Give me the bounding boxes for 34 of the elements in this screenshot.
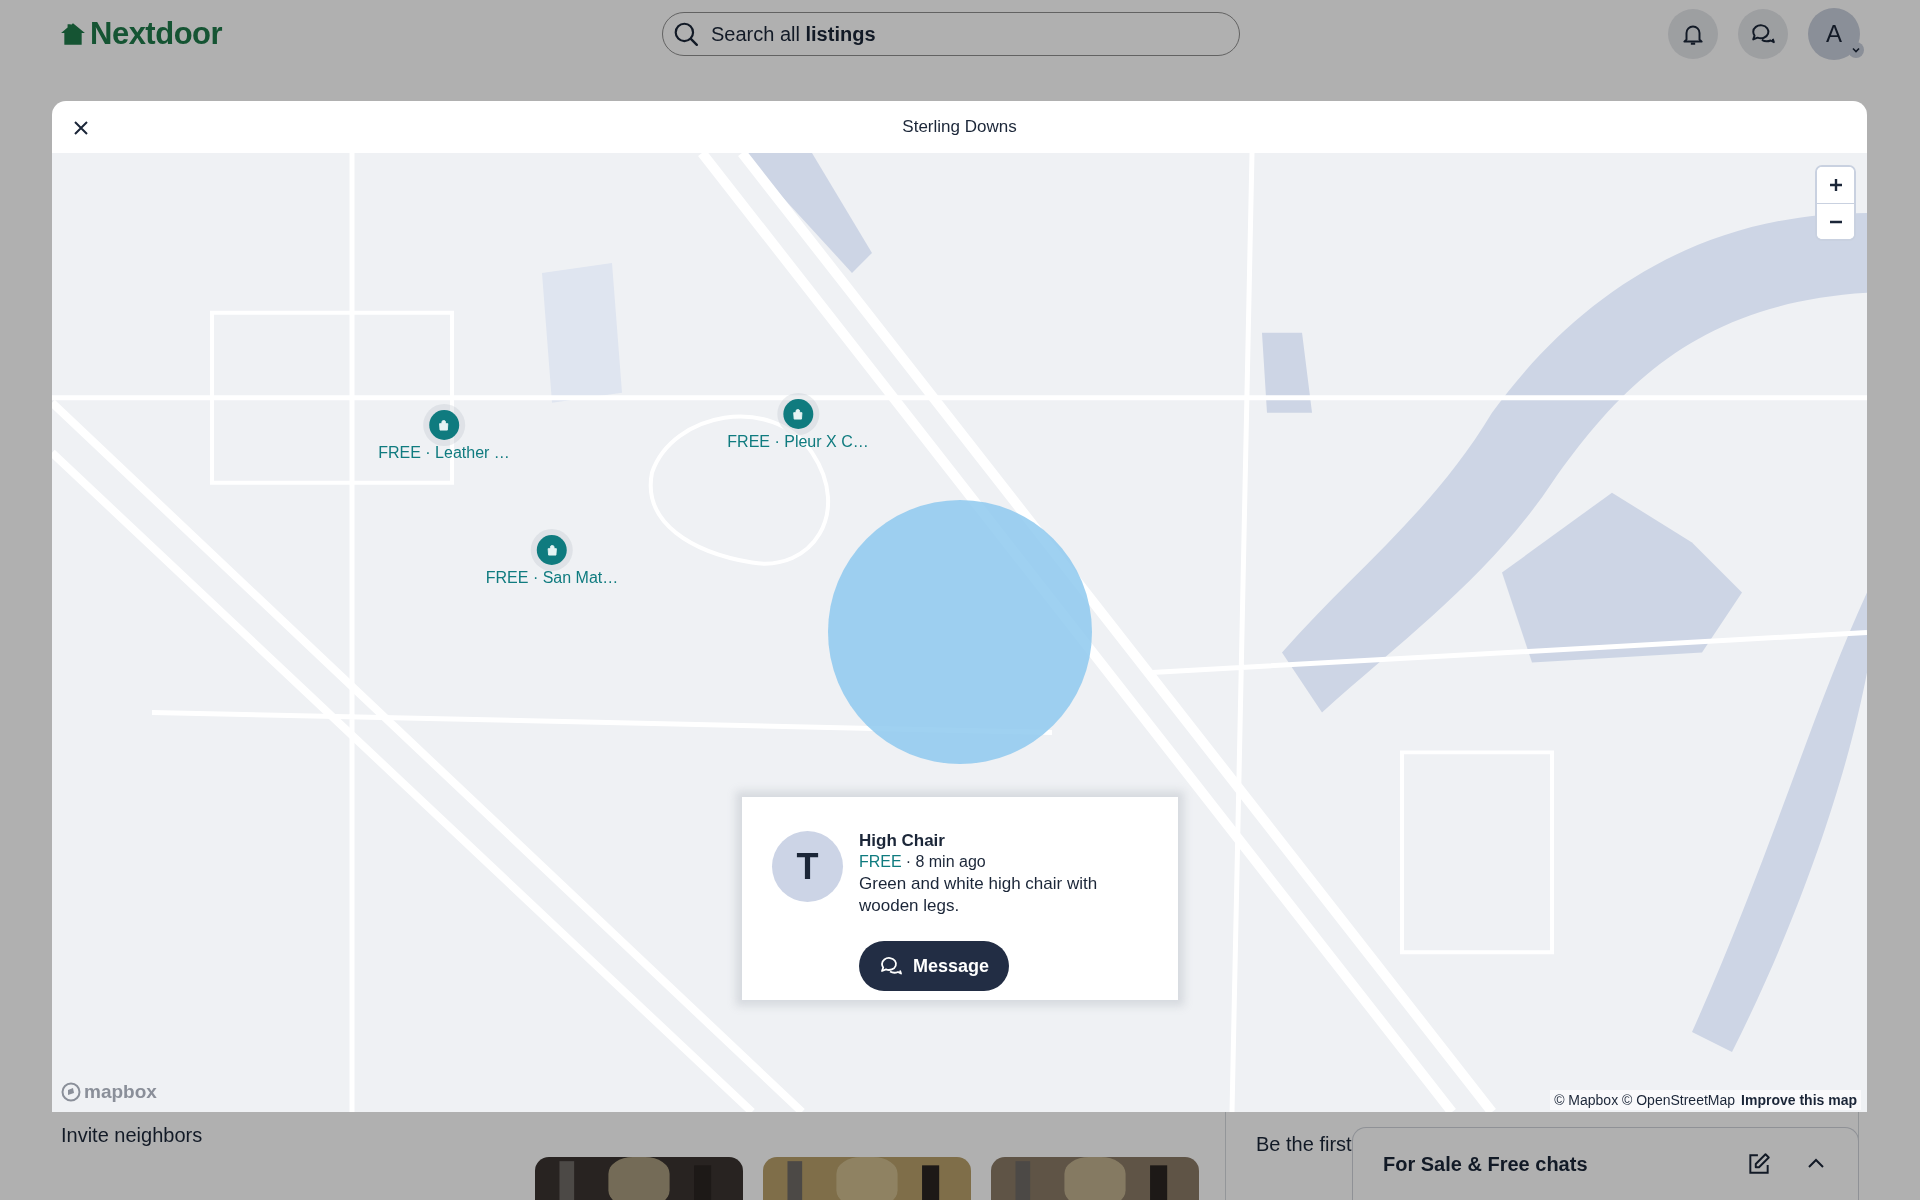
seller-avatar: T — [772, 831, 843, 902]
caret-icon — [1848, 42, 1864, 58]
listing-card[interactable]: T High Chair FREE · 8 min ago Green and white high chair with wooden legs. Message — [742, 797, 1178, 1000]
compose-icon[interactable] — [1746, 1151, 1772, 1177]
nextdoor-logo[interactable]: Nextdoor — [60, 16, 660, 52]
listing-title: High Chair — [859, 831, 945, 851]
improve-map-link[interactable]: Improve this map — [1741, 1092, 1857, 1108]
minus-icon — [1828, 219, 1843, 224]
house-icon — [60, 22, 86, 46]
invite-neighbors-link[interactable]: Invite neighbors — [61, 1124, 203, 1147]
listing-time: · 8 min ago — [905, 853, 986, 871]
shopping-bag-icon — [792, 408, 804, 420]
logo-mark-icon — [61, 1082, 81, 1102]
notifications-button[interactable] — [1668, 9, 1718, 59]
logo-text: Nextdoor — [90, 16, 223, 52]
shopping-bag-icon — [546, 544, 558, 556]
chats-button[interactable] — [1738, 9, 1788, 59]
map-attribution: © Mapbox © OpenStreetMap — [1554, 1092, 1736, 1108]
close-icon — [73, 120, 89, 136]
search-icon — [673, 21, 699, 47]
listing-price: FREE — [859, 853, 902, 871]
plus-icon — [1828, 178, 1843, 192]
comments-hint: Be the first — [1256, 1133, 1352, 1155]
pin-label[interactable]: FREE · Pleur X C… — [727, 433, 869, 451]
chat-bar[interactable]: For Sale & Free chats — [1352, 1127, 1859, 1200]
shopping-bag-icon — [438, 419, 450, 431]
listing-description: Green and white high chair with wooden legs. — [859, 873, 1099, 917]
profile-avatar[interactable]: A — [1808, 8, 1860, 60]
message-button[interactable]: Message — [859, 941, 1010, 991]
pin-label[interactable]: FREE · San Mat… — [485, 569, 619, 587]
dialog-title: Sterling Downs — [902, 117, 1017, 137]
chat-bar-title: For Sale & Free chats — [1383, 1152, 1588, 1176]
pin-label[interactable]: FREE · Leather … — [378, 444, 510, 462]
close-button[interactable] — [72, 119, 90, 137]
